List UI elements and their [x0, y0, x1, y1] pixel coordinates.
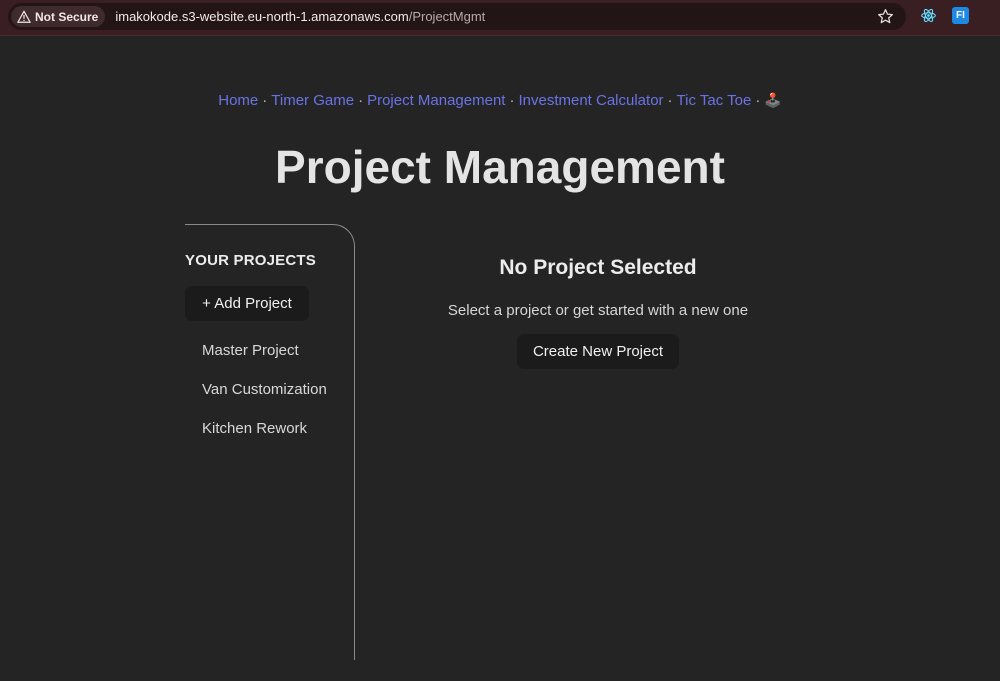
- projects-sidebar: YOUR PROJECTS + Add Project Master Proje…: [185, 224, 355, 660]
- joystick-icon: 🕹️: [764, 92, 782, 108]
- url-host: imakokode.s3-website.eu-north-1.amazonaw…: [115, 9, 409, 24]
- nav-link-timer-game[interactable]: Timer Game: [271, 92, 354, 109]
- sidebar-heading: YOUR PROJECTS: [185, 252, 316, 269]
- nav-link-investment-calculator[interactable]: Investment Calculator: [518, 92, 663, 109]
- project-list: Master Project Van Customization Kitchen…: [202, 342, 327, 459]
- nav-separator: ·: [358, 92, 364, 109]
- nav-link-tic-tac-toe[interactable]: Tic Tac Toe: [677, 92, 752, 109]
- page-title: Project Management: [275, 141, 725, 193]
- security-indicator[interactable]: Not Secure: [11, 6, 106, 27]
- add-project-button[interactable]: + Add Project: [185, 286, 309, 321]
- empty-state-title: No Project Selected: [499, 256, 697, 279]
- address-bar[interactable]: Not Secure imakokode.s3-website.eu-north…: [8, 3, 906, 30]
- project-item-master-project[interactable]: Master Project: [202, 342, 327, 381]
- fi-extension-icon[interactable]: FI: [952, 7, 969, 24]
- nav-separator: ·: [262, 92, 268, 109]
- browser-toolbar: Not Secure imakokode.s3-website.eu-north…: [0, 0, 1000, 36]
- nav-link-home[interactable]: Home: [218, 92, 258, 109]
- nav-separator: ·: [509, 92, 515, 109]
- warning-icon: [17, 10, 31, 23]
- url-path: /ProjectMgmt: [408, 9, 486, 24]
- top-nav: Home · Timer Game · Project Management · Inves…: [0, 92, 1000, 109]
- url-text[interactable]: imakokode.s3-website.eu-north-1.amazonaw…: [115, 9, 485, 24]
- project-item-van-customization[interactable]: Van Customization: [202, 381, 327, 420]
- bookmark-star-icon[interactable]: [877, 8, 894, 25]
- security-label: Not Secure: [35, 9, 99, 24]
- nav-separator: ·: [755, 92, 761, 109]
- empty-state-subtitle: Select a project or get started with a n…: [447, 302, 749, 319]
- project-item-kitchen-rework[interactable]: Kitchen Rework: [202, 420, 327, 459]
- no-project-panel: No Project Selected Select a project or …: [398, 256, 798, 369]
- create-new-project-button[interactable]: Create New Project: [517, 334, 679, 369]
- nav-link-project-management[interactable]: Project Management: [367, 92, 505, 109]
- nav-separator: ·: [667, 92, 673, 109]
- react-devtools-icon[interactable]: [920, 7, 937, 24]
